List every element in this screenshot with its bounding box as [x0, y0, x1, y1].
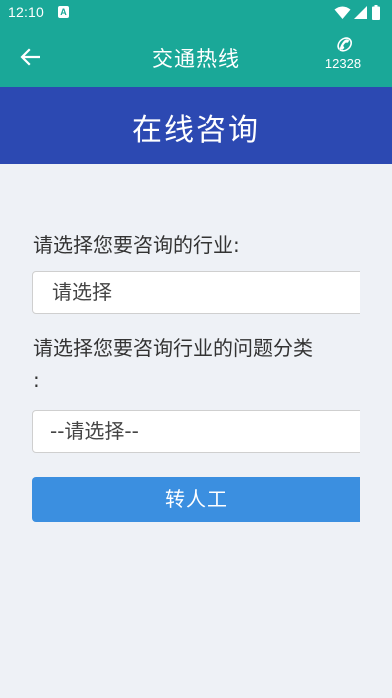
app-bar: 交通热线 ✆ 12328 [0, 26, 392, 87]
notification-app-icon: A [58, 6, 69, 18]
status-icons [334, 5, 382, 21]
phone-icon: ✆ [335, 35, 351, 56]
signal-icon [354, 6, 367, 19]
status-bar: 12:10 A [0, 0, 392, 26]
screen: 12:10 A 交通热线 ✆ 12328 在线咨询 请选择您要咨询的行业: 请选… [0, 0, 392, 698]
content-clip-edge [360, 164, 392, 698]
page-banner: 在线咨询 [0, 87, 392, 164]
category-select[interactable]: --请选择-- [32, 410, 377, 453]
wifi-icon [334, 6, 351, 19]
battery-icon [372, 5, 380, 20]
status-time: 12:10 [8, 4, 45, 20]
industry-label: 请选择您要咨询的行业: [33, 233, 240, 257]
industry-select[interactable]: 请选择 [32, 271, 377, 314]
category-label-colon: : [33, 368, 40, 392]
transfer-to-agent-button[interactable]: 转人工 [32, 477, 377, 522]
hotline-button[interactable]: ✆ 12328 [319, 36, 367, 72]
page-title: 在线咨询 [132, 113, 260, 148]
hotline-number: 12328 [324, 56, 362, 71]
category-label: 请选择您要咨询行业的问题分类 [33, 336, 313, 360]
